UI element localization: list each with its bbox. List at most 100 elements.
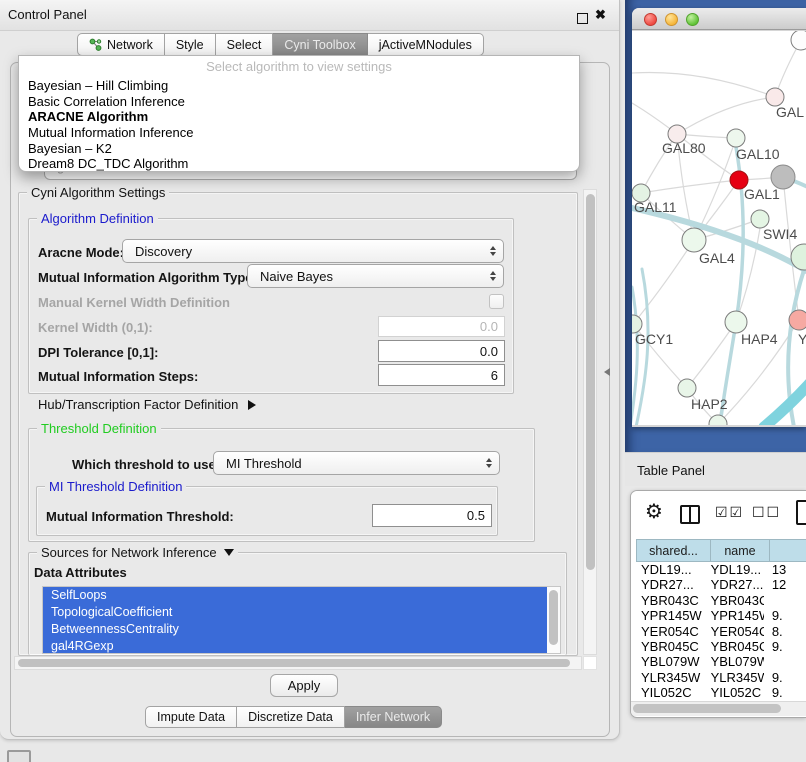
page-icon[interactable] xyxy=(796,500,806,525)
algorithm-option-dream8-dc-tdc-algorithm[interactable]: Dream8 DC_TDC Algorithm xyxy=(19,156,579,172)
manual-kernel-label: Manual Kernel Width Definition xyxy=(38,295,230,310)
table-cell: 13 xyxy=(764,562,806,577)
table-row[interactable]: YER054CYER054C8. xyxy=(636,624,806,639)
stepper-arrows-icon xyxy=(490,271,496,281)
tab-jactivemnodules[interactable]: jActiveMNodules xyxy=(368,33,484,56)
mi-type-label: Mutual Information Algorithm Type: xyxy=(38,270,257,285)
zoom-window-icon[interactable] xyxy=(686,13,699,26)
float-window-icon[interactable] xyxy=(577,13,588,24)
table-row[interactable]: YPR145WYPR145W9. xyxy=(636,608,806,623)
tab-select[interactable]: Select xyxy=(216,33,274,56)
column-header-extra[interactable] xyxy=(770,539,806,562)
table-row[interactable]: YBL079WYBL079W xyxy=(636,654,806,669)
manual-kernel-checkbox[interactable] xyxy=(489,294,504,309)
mi-steps-input[interactable] xyxy=(378,364,505,386)
table-row[interactable]: YDL19...YDL19...13 xyxy=(636,562,806,577)
algorithm-option-bayesian-k2[interactable]: Bayesian – K2 xyxy=(19,141,579,157)
panel-splitter-collapse-icon[interactable] xyxy=(604,368,610,376)
network-icon xyxy=(89,38,102,51)
network-canvas[interactable]: GALGAL80GAL10GAL1GAL11SWI4GAL4GCY1HAP4YH… xyxy=(632,31,806,425)
network-node[interactable] xyxy=(709,415,727,425)
tab-infer-network[interactable]: Infer Network xyxy=(345,706,442,728)
node-label: GAL4 xyxy=(699,250,735,266)
scrollbar-thumb[interactable] xyxy=(549,590,558,645)
unchecked-boxes-icon[interactable]: ☐☐ xyxy=(752,505,781,521)
node-label: GCY1 xyxy=(635,331,673,347)
network-node-hap2[interactable] xyxy=(678,379,696,397)
table-row[interactable]: YIL052CYIL052C9. xyxy=(636,685,806,700)
network-edge xyxy=(764,383,806,425)
network-edge xyxy=(632,287,637,425)
network-node-hap4[interactable] xyxy=(725,311,747,333)
kernel-width-input[interactable] xyxy=(378,316,505,337)
scrollbar-corner xyxy=(583,656,597,670)
column-header-shared[interactable]: shared... xyxy=(636,539,711,562)
table-horizontal-scrollbar[interactable] xyxy=(631,701,806,716)
checked-boxes-icon[interactable]: ☑☑ xyxy=(715,505,744,521)
column-header-name[interactable]: name xyxy=(711,539,770,562)
network-node-gal10[interactable] xyxy=(727,129,745,147)
table-cell: YBL079W xyxy=(708,654,764,669)
data-attribute-item[interactable]: gal4RGexp xyxy=(43,638,547,654)
mi-threshold-label: Mutual Information Threshold: xyxy=(46,509,234,524)
dpi-tolerance-input[interactable] xyxy=(378,340,505,362)
algorithm-option-basic-correlation-inference[interactable]: Basic Correlation Inference xyxy=(19,94,579,110)
table-row[interactable]: YLR345WYLR345W9. xyxy=(636,670,806,685)
tab-style[interactable]: Style xyxy=(165,33,216,56)
data-attribute-item[interactable]: BetweennessCentrality xyxy=(43,621,547,638)
network-view-panel: GALGAL80GAL10GAL1GAL11SWI4GAL4GCY1HAP4YH… xyxy=(625,0,806,452)
split-columns-icon[interactable] xyxy=(680,505,700,524)
group-title: MI Threshold Definition xyxy=(45,479,186,494)
which-threshold-select[interactable]: MI Threshold xyxy=(213,451,500,475)
close-panel-icon[interactable]: ✖ xyxy=(595,7,606,23)
table-row[interactable]: YDR27...YDR27...12 xyxy=(636,577,806,592)
combo-value: MI Threshold xyxy=(226,456,302,471)
gear-icon[interactable]: ⚙ xyxy=(645,499,663,523)
network-node-gal4[interactable] xyxy=(682,228,706,252)
apply-button[interactable]: Apply xyxy=(270,674,338,697)
tab-network[interactable]: Network xyxy=(77,33,165,56)
kernel-width-label: Kernel Width (0,1): xyxy=(38,320,153,335)
data-attributes-list[interactable]: SelfLoopsTopologicalCoefficientBetweenne… xyxy=(42,586,561,654)
algorithm-option-bayesian-hill-climbing[interactable]: Bayesian – Hill Climbing xyxy=(19,78,579,94)
algorithm-dropdown: Select algorithm to view settings Bayesi… xyxy=(18,55,580,172)
settings-vertical-scrollbar[interactable] xyxy=(583,189,597,655)
table-cell: YIL052C xyxy=(708,685,764,700)
node-label: GAL xyxy=(776,104,804,120)
tab-discretize-data[interactable]: Discretize Data xyxy=(237,706,345,728)
tab-cyni-toolbox[interactable]: Cyni Toolbox xyxy=(273,33,367,56)
table-row[interactable]: YBR043CYBR043C xyxy=(636,593,806,608)
sources-expander[interactable]: Sources for Network Inference xyxy=(37,545,238,560)
scrollbar-thumb[interactable] xyxy=(18,659,570,667)
list-scrollbar[interactable] xyxy=(547,587,560,653)
table-cell: YBR045C xyxy=(708,639,764,654)
minimized-panel-icon[interactable] xyxy=(7,750,31,762)
algorithm-option-aracne-algorithm[interactable]: ARACNE Algorithm xyxy=(19,109,579,125)
hub-definition-expander[interactable]: Hub/Transcription Factor Definition xyxy=(38,397,256,412)
network-window-titlebar[interactable] xyxy=(632,8,806,30)
network-node[interactable] xyxy=(791,31,806,50)
minimize-window-icon[interactable] xyxy=(665,13,678,26)
algorithm-option-mutual-information-inference[interactable]: Mutual Information Inference xyxy=(19,125,579,141)
data-attribute-item[interactable]: TopologicalCoefficient xyxy=(43,604,547,621)
control-panel-window: Control Panel ✖ NetworkStyleSelectCyni T… xyxy=(0,0,620,740)
tab-label: Discretize Data xyxy=(248,710,333,724)
table-cell xyxy=(764,654,806,669)
mi-algorithm-type-select[interactable]: Naive Bayes xyxy=(247,264,504,288)
network-graph[interactable]: GALGAL80GAL10GAL1GAL11SWI4GAL4GCY1HAP4YH… xyxy=(632,31,806,425)
data-attribute-item[interactable]: SelfLoops xyxy=(43,587,547,604)
combo-value: Discovery xyxy=(135,244,192,259)
algorithm-select-prompt[interactable]: Select algorithm to view settings xyxy=(19,56,579,78)
mi-threshold-input[interactable] xyxy=(372,504,492,527)
close-window-icon[interactable] xyxy=(644,13,657,26)
tab-impute-data[interactable]: Impute Data xyxy=(145,706,237,728)
settings-horizontal-scrollbar[interactable] xyxy=(14,656,582,670)
scrollbar-thumb[interactable] xyxy=(633,704,781,713)
network-node-y[interactable] xyxy=(789,310,806,330)
scrollbar-thumb[interactable] xyxy=(586,194,595,570)
table-row[interactable]: YBR045CYBR045C9. xyxy=(636,639,806,654)
table-cell: YDR27... xyxy=(636,577,708,592)
aracne-mode-select[interactable]: Discovery xyxy=(122,239,504,263)
sources-title: Sources for Network Inference xyxy=(41,545,217,560)
cyni-mode-tabs: Impute Data Discretize Data Infer Network xyxy=(145,706,442,728)
